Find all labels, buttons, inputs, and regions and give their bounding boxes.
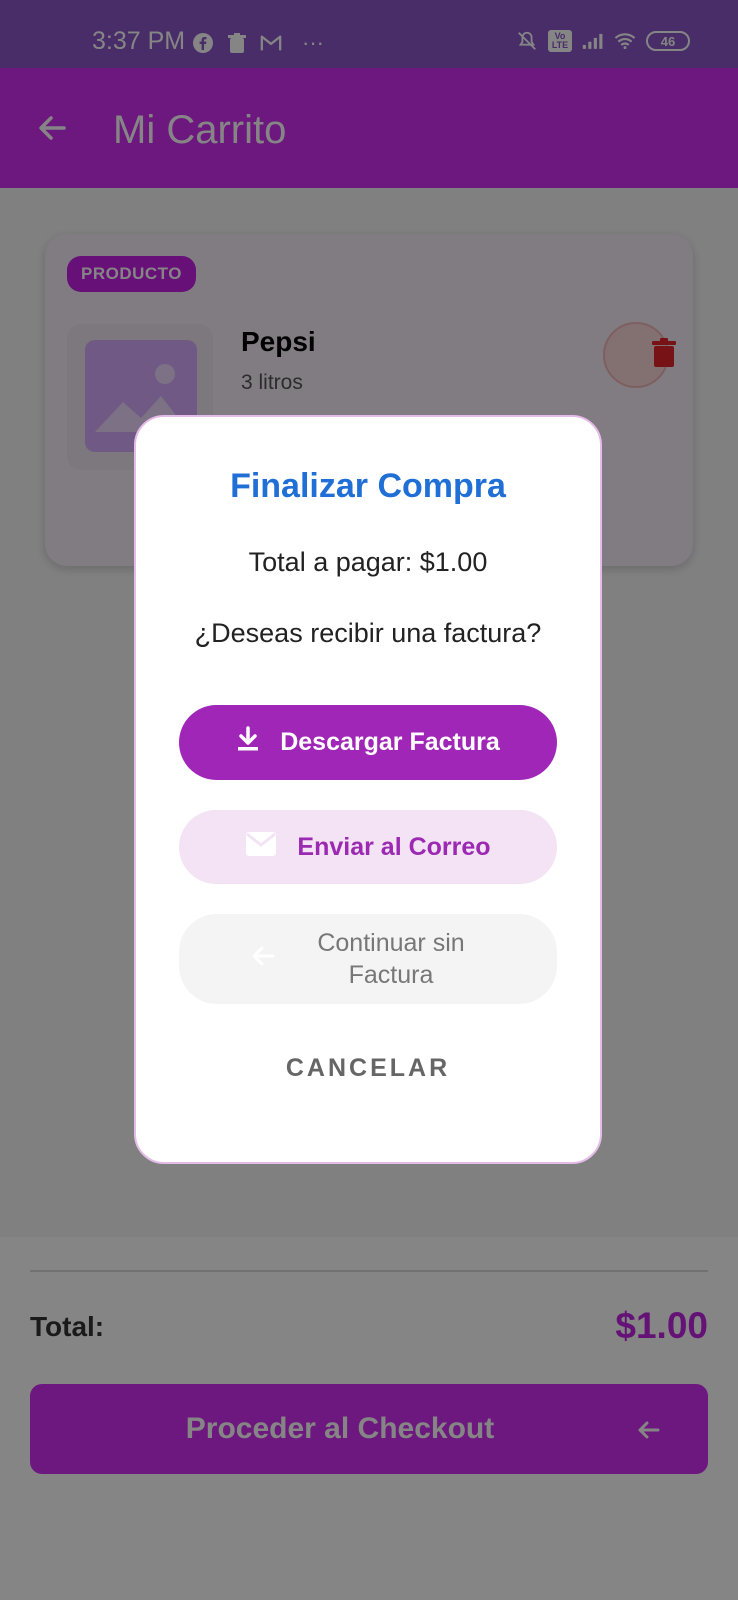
arrow-left-icon xyxy=(250,944,276,975)
dialog-title: Finalizar Compra xyxy=(230,467,506,505)
checkout-dialog: Finalizar Compra Total a pagar: $1.00 ¿D… xyxy=(134,415,602,1164)
mail-icon xyxy=(245,831,277,864)
dialog-question: ¿Deseas recibir una factura? xyxy=(194,618,542,648)
send-email-label: Enviar al Correo xyxy=(297,832,491,861)
download-invoice-button[interactable]: Descargar Factura xyxy=(179,705,557,780)
download-icon xyxy=(236,726,260,759)
download-invoice-label: Descargar Factura xyxy=(280,728,500,756)
continue-without-invoice-label: Continuar sin Factura xyxy=(317,929,465,989)
cancel-button[interactable]: CANCELAR xyxy=(136,1054,600,1083)
dialog-total: Total a pagar: $1.00 xyxy=(248,547,488,577)
send-email-button[interactable]: Enviar al Correo xyxy=(179,810,557,884)
continue-without-invoice-button[interactable]: Continuar sin Factura xyxy=(179,914,557,1004)
